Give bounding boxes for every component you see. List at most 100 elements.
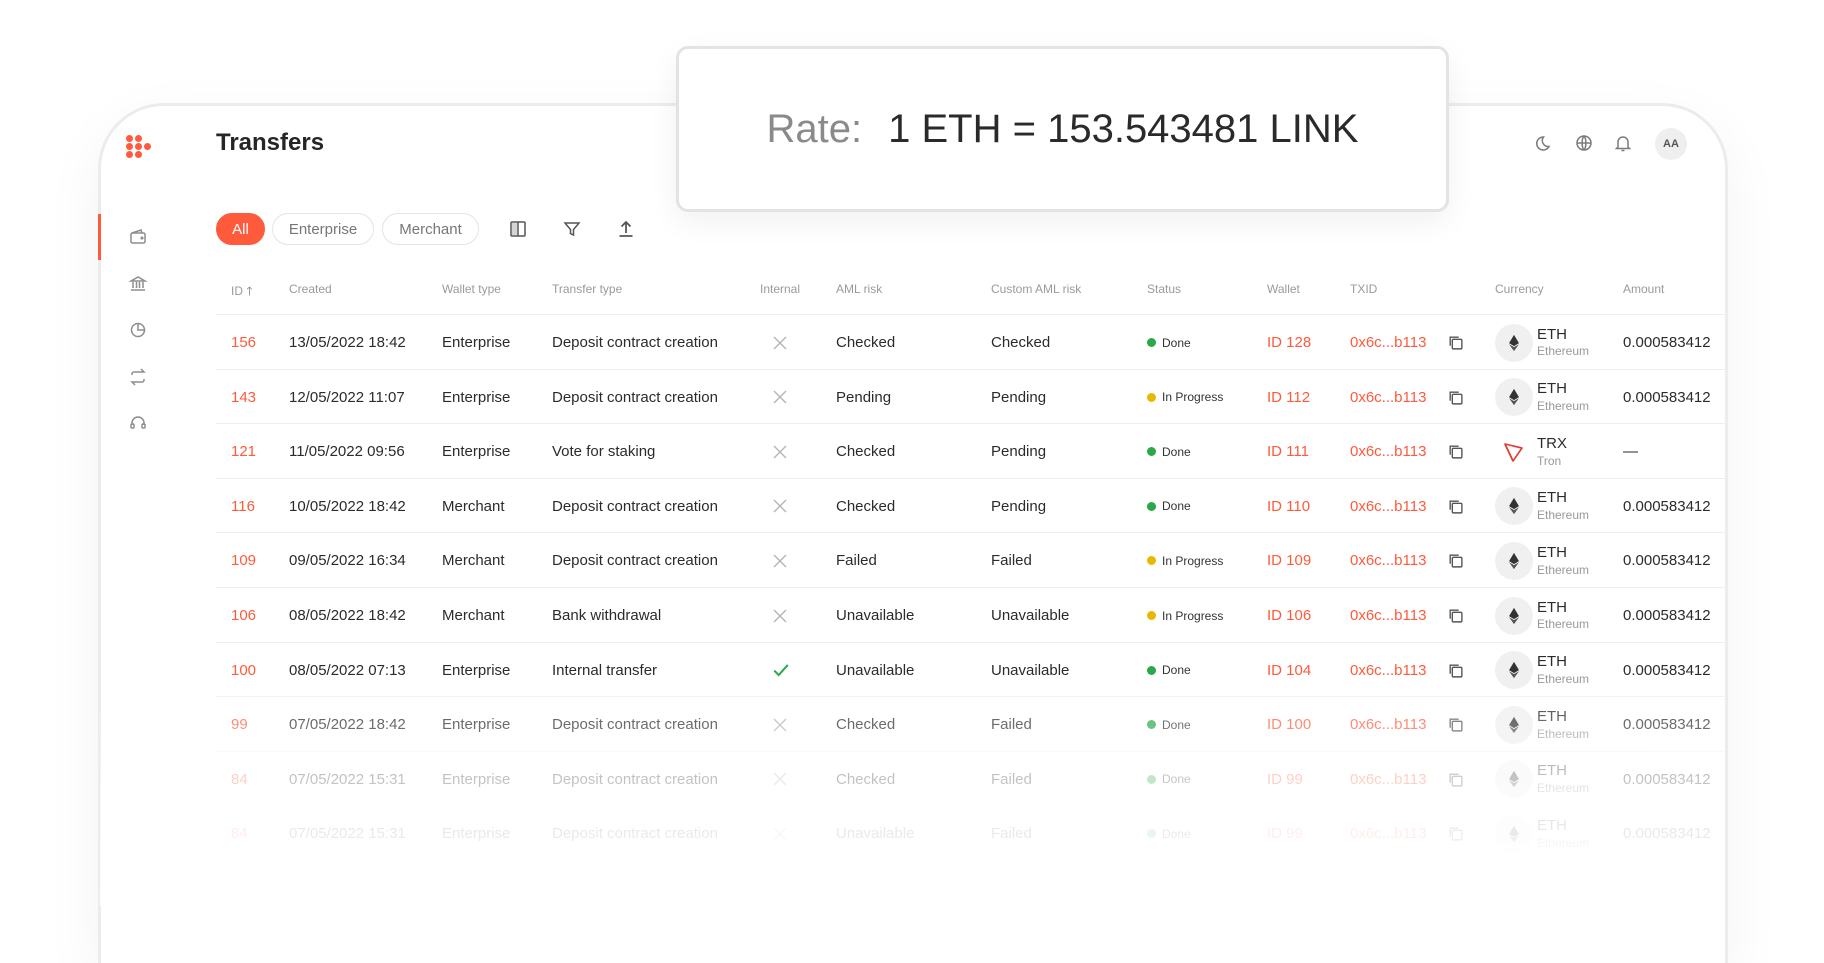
row-id-link[interactable]: 84 (231, 752, 248, 807)
row-transfer-type: Deposit contract creation (552, 497, 718, 515)
row-id-link[interactable]: 100 (231, 643, 256, 698)
row-txid-link[interactable]: 0x6c...b113 (1350, 315, 1426, 370)
row-txid-link[interactable]: 0x6c...b113 (1350, 643, 1426, 698)
copy-icon[interactable] (1447, 424, 1464, 479)
status-text: Done (1162, 772, 1191, 787)
column-header-aml-risk[interactable]: AML risk (836, 282, 882, 296)
currency-code: ETH (1537, 489, 1567, 507)
row-id-link[interactable]: 156 (231, 315, 256, 370)
user-avatar[interactable]: AA (1655, 128, 1687, 160)
notifications-bell-icon[interactable] (1613, 133, 1633, 153)
filter-enterprise[interactable]: Enterprise (272, 213, 374, 245)
column-header-created[interactable]: Created (289, 282, 332, 296)
row-currency: ETH Ethereum (1495, 643, 1589, 698)
language-globe-icon[interactable] (1574, 133, 1594, 153)
table-row[interactable]: 109 09/05/2022 16:34 Merchant Deposit contr… (216, 532, 1726, 587)
column-header-custom-aml-risk[interactable]: Custom AML risk (991, 282, 1081, 296)
copy-icon[interactable] (1447, 588, 1464, 643)
copy-icon[interactable] (1447, 315, 1464, 370)
table-row[interactable]: 143 12/05/2022 11:07 Enterprise Deposit con… (216, 368, 1726, 425)
table-row[interactable]: 99 07/05/2022 18:42 Enterprise Deposit cont… (216, 696, 1726, 751)
status-text: In Progress (1162, 553, 1224, 568)
column-header-wallet-type[interactable]: Wallet type (442, 282, 501, 296)
row-id-link[interactable]: 121 (231, 424, 256, 479)
row-txid-link[interactable]: 0x6c...b113 (1350, 533, 1426, 588)
row-txid-link[interactable]: 0x6c...b113 (1350, 806, 1426, 861)
status-dot (1147, 556, 1156, 566)
chart-pie-icon[interactable] (128, 320, 148, 340)
row-wallet-link[interactable]: ID 111 (1267, 424, 1309, 479)
copy-icon[interactable] (1447, 697, 1464, 752)
table-header: ID 🡑 Created Wallet type Transfer type I… (216, 282, 1726, 302)
row-wallet-link[interactable]: ID 99 (1267, 752, 1303, 807)
row-wallet-link[interactable]: ID 128 (1267, 315, 1311, 370)
support-headset-icon[interactable] (128, 413, 148, 433)
column-header-txid[interactable]: TXID (1350, 282, 1377, 296)
status-dot (1147, 665, 1156, 675)
column-header-amount[interactable]: Amount (1623, 282, 1664, 296)
table-row[interactable]: 84 07/05/2022 15:31 Enterprise Deposit cont… (216, 805, 1726, 860)
row-id-link[interactable]: 106 (231, 588, 256, 643)
ethereum-icon (1495, 596, 1533, 635)
column-header-wallet[interactable]: Wallet (1267, 282, 1300, 296)
wallet-icon[interactable] (128, 227, 148, 247)
row-txid-link[interactable]: 0x6c...b113 (1350, 697, 1426, 752)
table-row[interactable]: 100 08/05/2022 07:13 Enterprise Internal tr… (216, 641, 1726, 698)
row-id-link[interactable]: 99 (231, 697, 248, 752)
column-header-id[interactable]: ID 🡑 (231, 282, 253, 303)
copy-icon[interactable] (1447, 752, 1464, 807)
transfer-icon[interactable] (128, 367, 148, 387)
row-id-link[interactable]: 84 (231, 806, 248, 861)
row-id-link[interactable]: 109 (231, 533, 256, 588)
row-wallet-link[interactable]: ID 106 (1267, 588, 1311, 643)
row-custom-aml-risk: Pending (991, 443, 1047, 461)
status-badge: In Progress (1147, 370, 1223, 425)
column-header-transfer-type[interactable]: Transfer type (552, 282, 622, 296)
currency-code: ETH (1537, 544, 1567, 562)
table-row[interactable]: 84 07/05/2022 15:31 Enterprise Deposit cont… (216, 750, 1726, 807)
copy-icon[interactable] (1447, 533, 1464, 588)
sort-arrow-up-icon[interactable]: 🡑 (246, 284, 252, 298)
copy-icon[interactable] (1447, 479, 1464, 534)
internal-cross-icon (772, 533, 788, 588)
row-created: 07/05/2022 18:42 (289, 716, 406, 734)
status-badge: Done (1147, 643, 1191, 698)
row-id-link[interactable]: 116 (231, 479, 255, 534)
row-aml-risk: Unavailable (836, 661, 915, 679)
row-wallet-link[interactable]: ID 104 (1267, 643, 1311, 698)
row-wallet-link[interactable]: ID 99 (1267, 806, 1303, 861)
filter-funnel-icon[interactable] (562, 219, 582, 239)
row-txid-link[interactable]: 0x6c...b113 (1350, 370, 1426, 425)
row-txid-link[interactable]: 0x6c...b113 (1350, 752, 1426, 807)
table-row[interactable]: 156 13/05/2022 18:42 Enterprise Deposit con… (216, 314, 1726, 369)
dark-mode-moon-icon[interactable] (1535, 133, 1555, 153)
table-row[interactable]: 106 08/05/2022 18:42 Merchant Bank withdraw… (216, 587, 1726, 642)
tron-icon (1495, 432, 1533, 471)
export-upload-icon[interactable] (616, 219, 636, 239)
row-wallet-link[interactable]: ID 112 (1267, 370, 1310, 425)
copy-icon[interactable] (1447, 370, 1464, 425)
filter-all[interactable]: All (216, 213, 265, 245)
brand-logo[interactable] (126, 135, 152, 159)
copy-icon[interactable] (1447, 806, 1464, 861)
bank-icon[interactable] (128, 274, 148, 294)
table-row[interactable]: 116 10/05/2022 18:42 Merchant Deposit contr… (216, 477, 1726, 534)
row-id-link[interactable]: 143 (231, 370, 256, 425)
row-wallet-link[interactable]: ID 109 (1267, 533, 1311, 588)
row-currency: ETH Ethereum (1495, 697, 1589, 752)
column-header-currency[interactable]: Currency (1495, 282, 1544, 296)
column-header-status[interactable]: Status (1147, 282, 1181, 296)
row-txid-link[interactable]: 0x6c...b113 (1350, 588, 1426, 643)
copy-icon[interactable] (1447, 643, 1464, 698)
row-txid-link[interactable]: 0x6c...b113 (1350, 479, 1426, 534)
row-transfer-type: Vote for staking (552, 443, 656, 461)
row-custom-aml-risk: Pending (991, 497, 1047, 515)
column-header-internal[interactable]: Internal (760, 282, 800, 296)
row-wallet-link[interactable]: ID 100 (1267, 697, 1311, 752)
filter-merchant[interactable]: Merchant (382, 213, 479, 245)
row-txid-link[interactable]: 0x6c...b113 (1350, 424, 1426, 479)
columns-icon[interactable] (508, 219, 528, 239)
row-wallet-link[interactable]: ID 110 (1267, 479, 1310, 534)
internal-cross-icon (772, 370, 788, 425)
table-row[interactable]: 121 11/05/2022 09:56 Enterprise Vote for st… (216, 423, 1726, 478)
